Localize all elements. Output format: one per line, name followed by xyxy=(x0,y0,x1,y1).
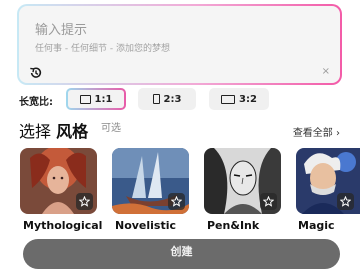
ratio-option-2-3[interactable]: 2:3 xyxy=(138,88,196,110)
style-card-label: Mythological xyxy=(23,219,103,232)
style-card-magic[interactable] xyxy=(296,148,360,214)
star-icon[interactable] xyxy=(76,193,93,210)
create-button[interactable]: 创建 xyxy=(23,239,340,269)
style-card-label: Pen&Ink xyxy=(207,219,260,232)
star-icon[interactable] xyxy=(168,193,185,210)
square-ratio-icon xyxy=(79,94,91,104)
star-icon[interactable] xyxy=(260,193,277,210)
style-card-label: Novelistic xyxy=(115,219,177,232)
ratio-option-label: 3:2 xyxy=(239,93,257,105)
view-all-link[interactable]: 查看全部 › xyxy=(293,124,340,139)
ratio-option-label: 1:1 xyxy=(94,93,113,105)
ratio-option-3-2[interactable]: 3:2 xyxy=(209,88,269,110)
style-card-label: Magic xyxy=(298,219,335,232)
landscape-ratio-icon xyxy=(221,94,236,104)
style-title-prefix: 选择 xyxy=(19,122,52,141)
history-icon[interactable] xyxy=(29,66,43,80)
clear-icon[interactable]: × xyxy=(322,66,330,78)
prompt-input[interactable]: 输入提示 任何事 - 任何细节 - 添加您的梦想 × xyxy=(19,6,340,83)
ratio-option-1-1[interactable]: 1:1 xyxy=(66,88,126,110)
style-card-pen-ink[interactable] xyxy=(204,148,281,214)
portrait-ratio-icon xyxy=(152,94,160,104)
prompt-placeholder-title: 输入提示 xyxy=(35,23,88,38)
style-title-bold: 风格 xyxy=(56,122,89,141)
star-icon[interactable] xyxy=(337,193,354,210)
ratio-option-label: 2:3 xyxy=(163,93,182,105)
aspect-ratio-label: 长宽比: xyxy=(19,97,53,108)
style-card-novelistic[interactable] xyxy=(112,148,189,214)
prompt-box-border: 输入提示 任何事 - 任何细节 - 添加您的梦想 × xyxy=(17,4,342,85)
style-section-title: 选择 风格 xyxy=(19,118,88,142)
style-optional-label: 可选 xyxy=(101,123,121,134)
prompt-placeholder-subtitle: 任何事 - 任何细节 - 添加您的梦想 xyxy=(35,44,170,54)
style-card-mythological[interactable] xyxy=(20,148,97,214)
